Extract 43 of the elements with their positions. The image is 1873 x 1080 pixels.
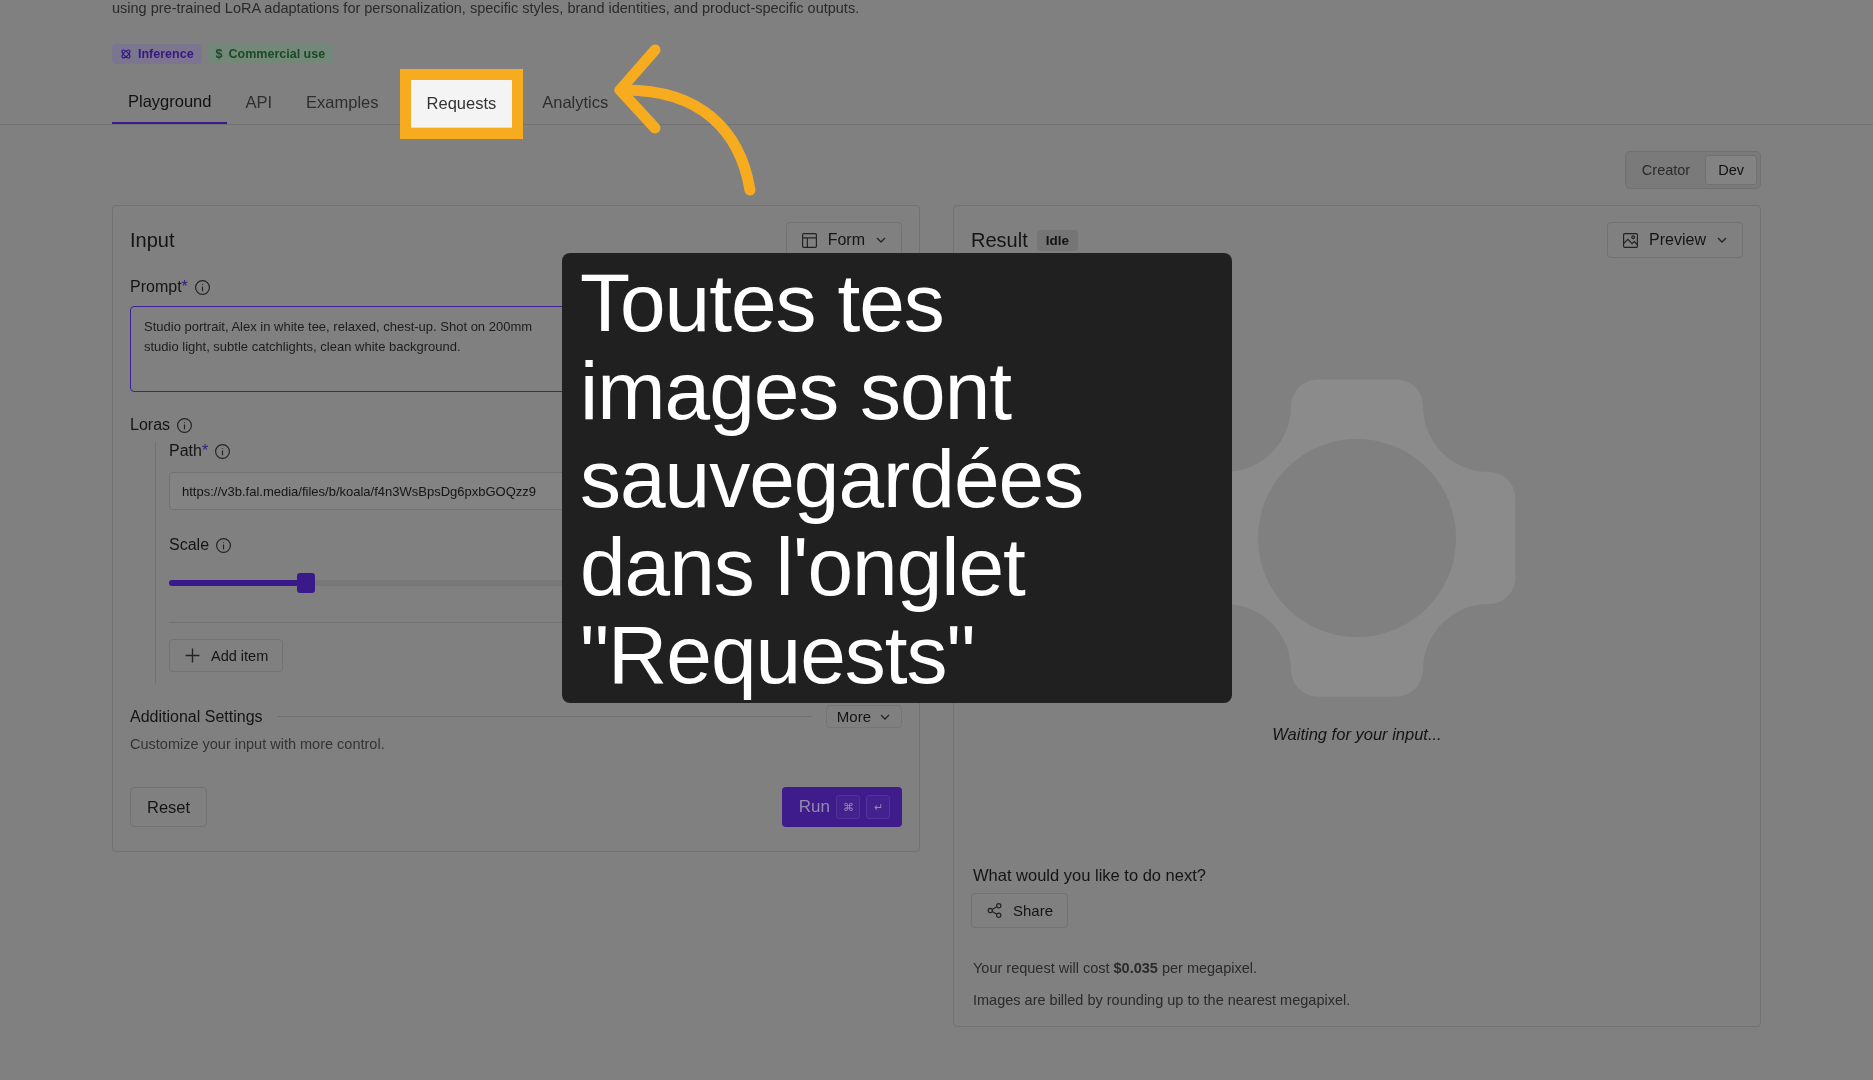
mode-option[interactable]: Dev — [1705, 155, 1757, 185]
tag-badge: $ Commercial use — [207, 44, 334, 64]
field-label: Loras — [130, 416, 171, 434]
section-title: Additional Settings — [130, 707, 263, 726]
shortcut-key: ↵ — [866, 795, 890, 819]
field-label: Path — [169, 442, 202, 460]
add-item-button[interactable]: Add item — [169, 639, 284, 672]
image-icon — [1622, 231, 1640, 249]
share-icon — [986, 902, 1003, 919]
preview-dropdown[interactable]: Preview — [1607, 222, 1743, 258]
waiting-message: Waiting for your input... — [1272, 725, 1442, 744]
status-badge: Idle — [1036, 229, 1078, 251]
tab[interactable]: Playground — [112, 88, 228, 124]
reset-button[interactable]: Reset — [130, 787, 208, 827]
tab[interactable]: Analytics — [526, 88, 625, 124]
share-button[interactable]: Share — [971, 893, 1069, 928]
run-button[interactable]: Run ⌘ ↵ — [781, 787, 902, 827]
page-description: using pre-trained LoRA adaptations for personalization, specific styles, brand identities, and product-specific outputs. — [111, 0, 861, 16]
cost-note: Your request will cost $0.035 per megapixel. — [973, 960, 1258, 976]
info-icon — [214, 442, 232, 460]
tab[interactable]: Examples — [290, 88, 395, 124]
info-icon — [215, 536, 233, 554]
more-dropdown[interactable]: More — [825, 705, 902, 728]
tutorial-tooltip: Toutes tes images sont sauvegardées dans l'onglet "Requests" — [562, 253, 1232, 703]
field-label: Scale — [169, 536, 210, 554]
tag-badge: Inference — [112, 44, 202, 64]
billing-note: Images are billed by rounding up to the nearest megapixel. — [973, 992, 1352, 1008]
panel-title: Result — [971, 228, 1028, 252]
slider-thumb[interactable] — [297, 573, 316, 593]
next-steps-title: What would you like to do next? — [973, 866, 1207, 885]
info-icon — [193, 278, 211, 296]
mode-option[interactable]: Creator — [1628, 155, 1704, 185]
tab[interactable]: API — [229, 88, 289, 124]
field-label: Prompt — [130, 278, 182, 296]
info-icon — [176, 416, 194, 434]
shortcut-key: ⌘ — [836, 795, 860, 819]
required-mark: * — [181, 278, 188, 296]
plus-icon — [184, 647, 201, 664]
atom-icon — [120, 48, 132, 60]
required-mark: * — [201, 442, 209, 460]
panel-title: Input — [130, 228, 175, 252]
layout-icon — [800, 231, 818, 249]
section-subtitle: Customize your input with more control. — [130, 736, 386, 752]
